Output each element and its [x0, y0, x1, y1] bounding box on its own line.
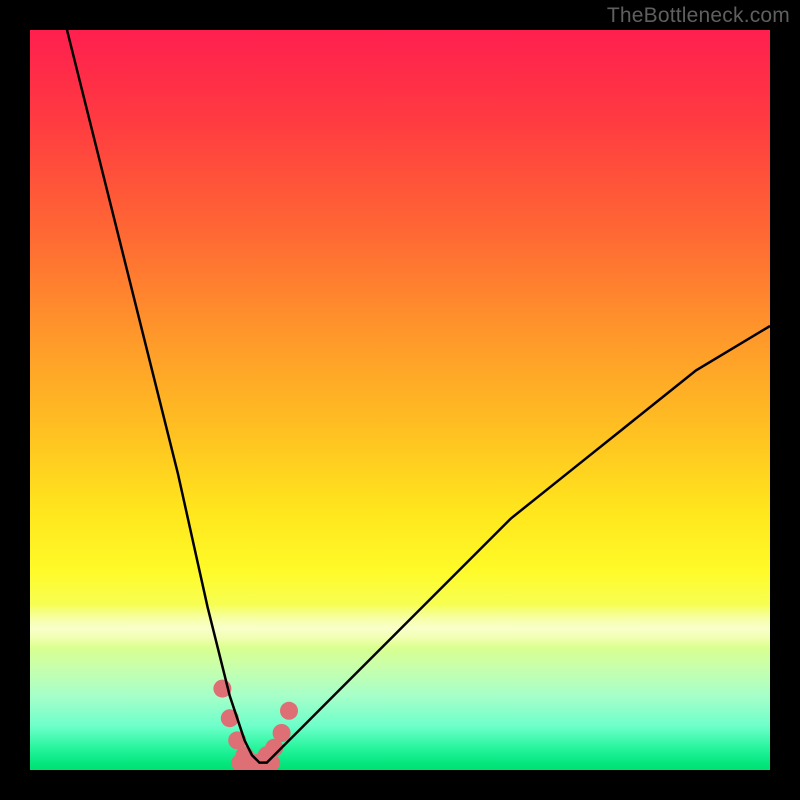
- optimal-range-markers: [213, 680, 298, 770]
- optimal-marker: [273, 724, 291, 742]
- watermark-text: TheBottleneck.com: [607, 4, 790, 28]
- optimal-marker: [280, 702, 298, 720]
- chart-frame: TheBottleneck.com: [0, 0, 800, 800]
- bottleneck-curve: [67, 30, 770, 763]
- curve-layer: [30, 30, 770, 770]
- plot-area: [30, 30, 770, 770]
